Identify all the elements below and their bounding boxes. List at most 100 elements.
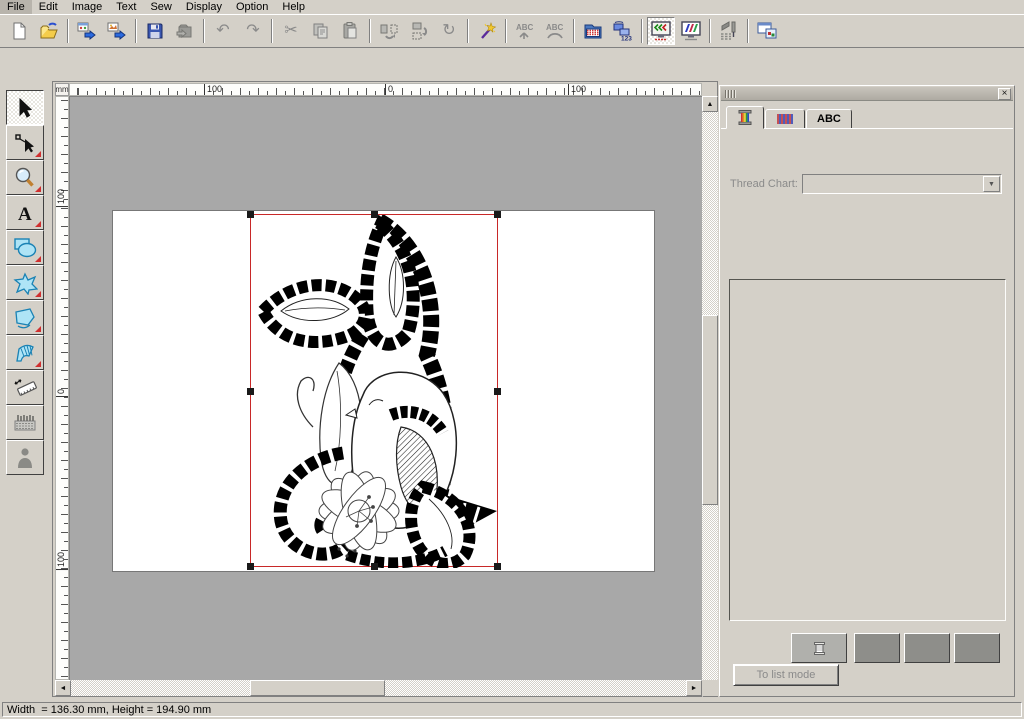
tool-measure[interactable] [6, 370, 44, 405]
panel-grip-handle[interactable] [725, 90, 736, 98]
rotate-button[interactable]: ↻ [435, 17, 463, 45]
menu-bar: File Edit Image Text Sew Display Option … [0, 0, 1024, 14]
mirror-horizontal-button[interactable] [375, 17, 403, 45]
menu-image[interactable]: Image [65, 0, 110, 14]
vertical-scroll-thumb[interactable] [702, 315, 718, 505]
design-canvas[interactable] [69, 96, 702, 680]
view-realistic-button[interactable] [677, 17, 705, 45]
tab-divider [721, 128, 1013, 129]
tool-shape-fan[interactable] [6, 335, 44, 370]
status-dimensions-text: Width = 136.30 mm, Height = 194.90 mm [7, 704, 211, 716]
paste-button[interactable] [337, 17, 365, 45]
mirror-vertical-button[interactable] [405, 17, 433, 45]
menu-option[interactable]: Option [229, 0, 275, 14]
menu-sew[interactable]: Sew [143, 0, 178, 14]
tool-sewing-attributes[interactable] [6, 405, 44, 440]
design-page[interactable] [112, 210, 655, 572]
sewing-attributes-icon [12, 411, 38, 435]
vruler-label: 0 [56, 389, 68, 397]
color-swatch-button-3[interactable] [954, 633, 1000, 663]
menu-edit[interactable]: Edit [32, 0, 65, 14]
redo-button[interactable]: ↷ [239, 17, 267, 45]
tool-shape-basic[interactable] [6, 230, 44, 265]
point-edit-icon [13, 131, 37, 155]
toolbar-separator [709, 19, 711, 43]
selection-handle-nw[interactable] [247, 211, 254, 218]
paste-icon [341, 21, 361, 41]
arrange-numbers-button[interactable]: 123 [609, 17, 637, 45]
toolbar-separator [135, 19, 137, 43]
magic-wand-button[interactable] [473, 17, 501, 45]
layout-wizard-button[interactable] [73, 17, 101, 45]
open-design-button[interactable] [35, 17, 63, 45]
horizontal-scrollbar[interactable]: ◄ ► [55, 680, 702, 696]
scroll-up-button[interactable]: ▲ [702, 96, 718, 112]
vruler-major-ticks [61, 97, 68, 679]
cut-button[interactable]: ✂ [277, 17, 305, 45]
copy-icon [311, 21, 331, 41]
scroll-right-button[interactable]: ► [686, 680, 702, 696]
scroll-left-button[interactable]: ◄ [55, 680, 71, 696]
stitch-simulator-button[interactable] [715, 17, 743, 45]
selection-handle-s[interactable] [371, 563, 378, 570]
embroidery-design-artwork[interactable] [251, 215, 499, 568]
text-attribute-tab[interactable]: ABC [806, 109, 852, 129]
menu-file[interactable]: File [0, 0, 32, 14]
undo-button[interactable]: ↶ [209, 17, 237, 45]
svg-text:A: A [18, 204, 32, 225]
reference-window-button[interactable] [753, 17, 781, 45]
sewing-order-button[interactable] [579, 17, 607, 45]
to-list-mode-button[interactable]: To list mode [733, 664, 839, 686]
panel-titlebar[interactable]: × [721, 87, 1013, 101]
text-transform-button[interactable]: ABC [511, 17, 539, 45]
save-icon [145, 21, 165, 41]
vertical-scrollbar[interactable]: ▲ ▼ [702, 96, 718, 697]
scrollbar-corner [702, 680, 718, 696]
selection-handle-w[interactable] [247, 388, 254, 395]
redo-icon: ↷ [246, 23, 259, 39]
mannequin-icon [12, 446, 38, 470]
selection-handle-sw[interactable] [247, 563, 254, 570]
menu-help[interactable]: Help [275, 0, 312, 14]
tool-point-edit[interactable] [6, 125, 44, 160]
image-to-stitch-wizard-button[interactable] [103, 17, 131, 45]
view-solid-button[interactable] [647, 17, 675, 45]
menu-text[interactable]: Text [109, 0, 143, 14]
tool-text[interactable]: A [6, 195, 44, 230]
ruler-unit-label: mm [55, 85, 68, 94]
stitch-attribute-tab[interactable] [765, 109, 805, 129]
undo-icon: ↶ [216, 23, 229, 39]
thread-color-tab[interactable] [726, 106, 764, 129]
thread-chart-dropdown[interactable]: ▼ [802, 174, 1002, 194]
selection-handle-n[interactable] [371, 211, 378, 218]
text-arc-button[interactable]: ABC [541, 17, 569, 45]
toolbar-separator [369, 19, 371, 43]
new-document-button[interactable] [5, 17, 33, 45]
selection-box[interactable] [250, 214, 498, 567]
measure-ruler-icon [12, 376, 38, 400]
thread-color-list[interactable] [729, 279, 1006, 621]
horizontal-scroll-thumb[interactable] [250, 680, 385, 696]
new-document-icon [9, 21, 29, 41]
thread-spool-button[interactable] [791, 633, 847, 663]
color-swatch-button-1[interactable] [854, 633, 900, 663]
export-design-button[interactable] [171, 17, 199, 45]
selection-handle-se[interactable] [494, 563, 501, 570]
dropdown-arrow-button[interactable]: ▼ [983, 176, 1000, 192]
color-swatch-button-2[interactable] [904, 633, 950, 663]
toolbar-separator [67, 19, 69, 43]
panel-close-button[interactable]: × [998, 88, 1011, 100]
menu-display[interactable]: Display [179, 0, 229, 14]
thread-chart-label: Thread Chart: [730, 178, 802, 190]
tool-mannequin[interactable] [6, 440, 44, 475]
toolbar-separator [747, 19, 749, 43]
selection-handle-e[interactable] [494, 388, 501, 395]
to-list-mode-label: To list mode [757, 669, 816, 681]
tool-select[interactable] [6, 90, 44, 125]
selection-handle-ne[interactable] [494, 211, 501, 218]
copy-button[interactable] [307, 17, 335, 45]
tool-zoom[interactable] [6, 160, 44, 195]
tool-shape-star[interactable] [6, 265, 44, 300]
save-button[interactable] [141, 17, 169, 45]
tool-shape-freeform[interactable] [6, 300, 44, 335]
